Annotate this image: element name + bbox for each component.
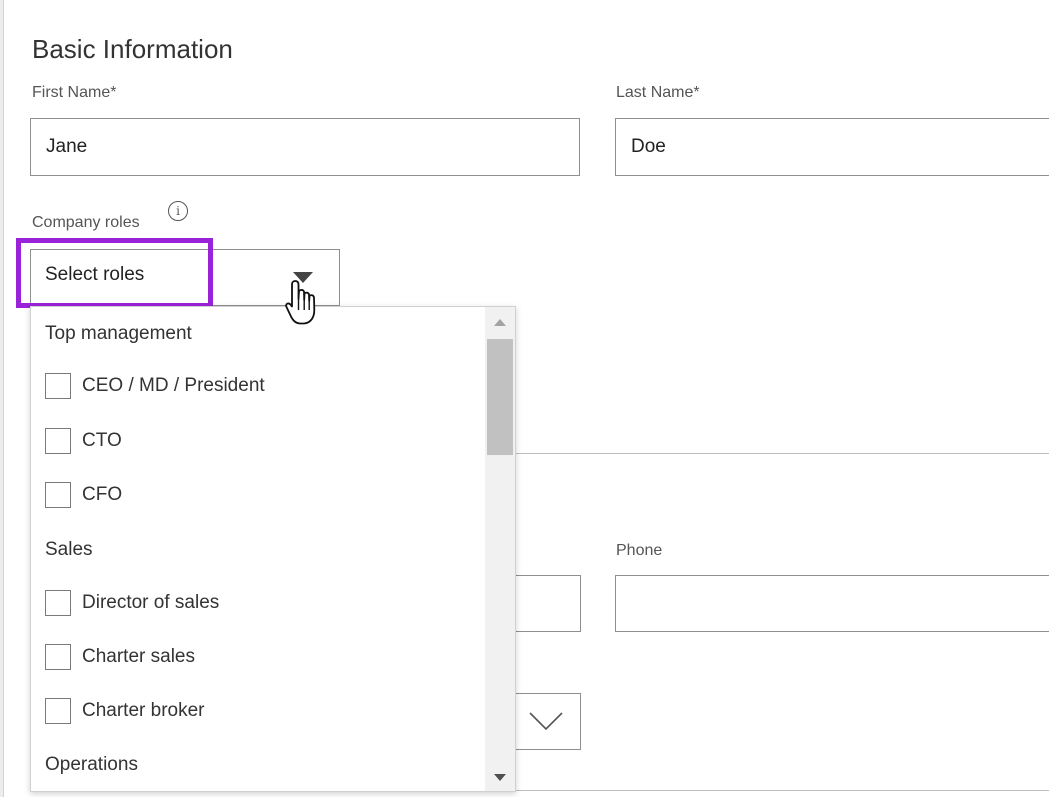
dropdown-scrollbar[interactable] (485, 307, 515, 791)
option-cfo[interactable]: CFO (45, 481, 122, 509)
phone-label: Phone (616, 542, 663, 559)
option-label: CFO (82, 484, 123, 505)
section-divider (510, 453, 1049, 454)
group-header-sales: Sales (45, 539, 93, 560)
option-label: Charter sales (82, 646, 195, 667)
option-label: Director of sales (82, 592, 220, 613)
scroll-down-arrow-icon[interactable] (494, 774, 506, 781)
option-label: CTO (82, 430, 122, 451)
page-left-border (0, 0, 4, 797)
last-name-input[interactable] (615, 118, 1049, 176)
checkbox[interactable] (45, 644, 71, 670)
group-header-operations: Operations (45, 754, 138, 775)
option-label: CEO / MD / President (82, 375, 265, 396)
info-icon[interactable]: i (168, 201, 188, 221)
first-name-label: First Name* (32, 84, 117, 101)
scrollbar-thumb[interactable] (487, 339, 513, 455)
roles-dropdown[interactable]: Top management CEO / MD / President CTO … (30, 306, 516, 792)
option-director-of-sales[interactable]: Director of sales (45, 589, 219, 617)
hand-pointer-icon (285, 280, 316, 325)
checkbox[interactable] (45, 698, 71, 724)
option-label: Charter broker (82, 700, 205, 721)
option-charter-sales[interactable]: Charter sales (45, 643, 195, 671)
bottom-divider (510, 790, 1049, 791)
option-charter-broker[interactable]: Charter broker (45, 697, 205, 725)
checkbox[interactable] (45, 428, 71, 454)
group-header-top-management: Top management (45, 323, 192, 344)
option-ceo[interactable]: CEO / MD / President (45, 372, 265, 400)
section-title: Basic Information (32, 34, 233, 64)
option-cto[interactable]: CTO (45, 427, 122, 455)
checkbox[interactable] (45, 373, 71, 399)
checkbox[interactable] (45, 482, 71, 508)
checkbox[interactable] (45, 590, 71, 616)
select-roles-highlight (16, 238, 213, 308)
last-name-label: Last Name* (616, 84, 700, 101)
chevron-down-icon[interactable] (528, 710, 564, 732)
first-name-input[interactable] (30, 118, 580, 176)
phone-input[interactable] (615, 575, 1049, 632)
scroll-up-arrow-icon[interactable] (494, 319, 506, 326)
company-roles-label: Company roles (32, 214, 140, 231)
